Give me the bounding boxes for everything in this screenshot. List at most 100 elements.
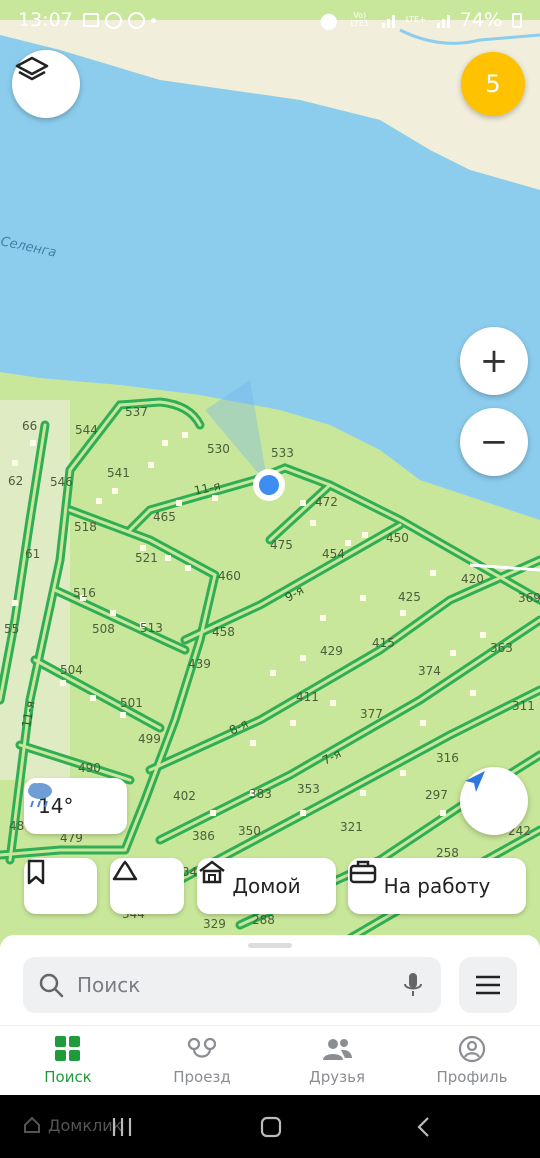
route-icon: [187, 1037, 217, 1058]
tab-friends-label: Друзья: [309, 1068, 365, 1086]
svg-text:450: 450: [386, 531, 409, 545]
bookmarks-button[interactable]: [24, 858, 97, 914]
menu-button[interactable]: [459, 957, 517, 1013]
hamburger-icon: [476, 975, 500, 995]
sheet-drag-handle[interactable]: [248, 943, 292, 948]
alerts-button[interactable]: [110, 858, 184, 914]
tab-profile-label: Профиль: [436, 1068, 508, 1086]
tab-route[interactable]: Проезд: [147, 1034, 257, 1086]
svg-text:363: 363: [490, 641, 513, 655]
recent-apps-icon[interactable]: [110, 1116, 134, 1138]
svg-text:513: 513: [140, 621, 163, 635]
svg-text:62: 62: [8, 474, 23, 488]
svg-text:350: 350: [238, 824, 261, 838]
svg-text:383: 383: [249, 787, 272, 801]
svg-text:504: 504: [60, 663, 83, 677]
svg-text:311: 311: [512, 699, 535, 713]
notifications-badge-button[interactable]: 5: [461, 52, 525, 116]
tab-profile[interactable]: Профиль: [417, 1034, 527, 1086]
tab-friends[interactable]: Друзья: [282, 1034, 392, 1086]
search-icon: [39, 973, 64, 998]
signal-2-icon: [436, 12, 450, 28]
zoom-out-button[interactable]: −: [460, 408, 528, 476]
bell-icon: [112, 860, 138, 881]
bookmark-icon: [27, 859, 45, 885]
svg-text:415: 415: [372, 636, 395, 650]
svg-text:530: 530: [207, 442, 230, 456]
svg-text:425: 425: [398, 590, 421, 604]
svg-text:501: 501: [120, 696, 143, 710]
svg-text:521: 521: [135, 551, 158, 565]
zoom-in-button[interactable]: +: [460, 327, 528, 395]
badge-count: 5: [485, 70, 501, 98]
svg-text:439: 439: [188, 657, 211, 671]
svg-text:516: 516: [73, 586, 96, 600]
home-nav-icon[interactable]: [259, 1115, 283, 1139]
system-navigation-bar: Домклик: [0, 1095, 540, 1158]
weather-widget[interactable]: 14°: [24, 778, 127, 834]
my-location-button[interactable]: [460, 767, 528, 835]
search-bar[interactable]: Поиск: [23, 957, 441, 1013]
map-canvas[interactable]: Селенга 11-я 9-я 8-я 7-я 11-я 537 544 53…: [0, 0, 540, 1000]
svg-text:353: 353: [297, 782, 320, 796]
minus-icon: −: [479, 422, 509, 462]
svg-text:546: 546: [50, 475, 73, 489]
battery-percent: 74%: [459, 9, 502, 31]
svg-text:475: 475: [270, 538, 293, 552]
plus-icon: +: [479, 341, 509, 381]
svg-text:420: 420: [461, 572, 484, 586]
svg-text:369: 369: [518, 591, 540, 605]
friends-icon: [323, 1039, 352, 1060]
svg-text:402: 402: [173, 789, 196, 803]
grid-icon: [55, 1036, 80, 1061]
home-icon: [199, 860, 225, 884]
status-time: 13:07: [18, 9, 73, 31]
svg-text:288: 288: [252, 913, 275, 927]
svg-text:458: 458: [212, 625, 235, 639]
svg-text:465: 465: [153, 510, 176, 524]
svg-text:460: 460: [218, 569, 241, 583]
gallery-icon: [82, 13, 99, 27]
svg-text:411: 411: [296, 690, 319, 704]
svg-text:61: 61: [25, 547, 40, 561]
svg-text:544: 544: [75, 423, 98, 437]
rain-cloud-icon: [28, 783, 52, 808]
location-status-icon: ⬤: [319, 10, 338, 30]
domklik-logo-icon: [24, 1116, 40, 1133]
svg-text:508: 508: [92, 622, 115, 636]
svg-text:499: 499: [138, 732, 161, 746]
layers-button[interactable]: [12, 50, 80, 118]
svg-text:48: 48: [9, 819, 24, 833]
signal-1-icon: [381, 12, 395, 28]
svg-text:55: 55: [4, 622, 19, 636]
pinterest-icon: [127, 11, 145, 29]
map-view[interactable]: Селенга 11-я 9-я 8-я 7-я 11-я 537 544 53…: [0, 0, 540, 1000]
tab-route-label: Проезд: [173, 1068, 231, 1086]
status-bar: 13:07 ⬤ Vo) LTE1 LTE+ 74%: [0, 0, 540, 40]
svg-text:321: 321: [340, 820, 363, 834]
search-input[interactable]: Поиск: [77, 973, 140, 997]
svg-text:537: 537: [125, 405, 148, 419]
work-route-button[interactable]: На работу: [348, 858, 526, 914]
tab-search[interactable]: Поиск: [13, 1034, 123, 1086]
network-1-label: Vo) LTE1: [350, 11, 369, 28]
network-2-label: LTE+: [405, 15, 426, 24]
bottom-sheet: Поиск Поиск Проезд Друзья Профиль: [0, 935, 540, 1095]
work-label: На работу: [383, 874, 491, 898]
svg-text:472: 472: [315, 495, 338, 509]
svg-text:316: 316: [436, 751, 459, 765]
svg-text:374: 374: [418, 664, 441, 678]
home-route-button[interactable]: Домой: [197, 858, 336, 914]
battery-icon: [512, 12, 522, 28]
domklik-watermark: Домклик: [22, 1115, 122, 1135]
profile-icon: [458, 1035, 486, 1063]
whatsapp-icon: [104, 11, 122, 29]
bottom-tab-bar: Поиск Проезд Друзья Профиль: [0, 1025, 540, 1096]
svg-text:541: 541: [107, 466, 130, 480]
back-nav-icon[interactable]: [414, 1115, 434, 1139]
microphone-icon[interactable]: [401, 970, 425, 1000]
svg-text:297: 297: [425, 788, 448, 802]
svg-text:454: 454: [322, 547, 345, 561]
svg-text:429: 429: [320, 644, 343, 658]
more-notifications-icon: [150, 17, 156, 23]
